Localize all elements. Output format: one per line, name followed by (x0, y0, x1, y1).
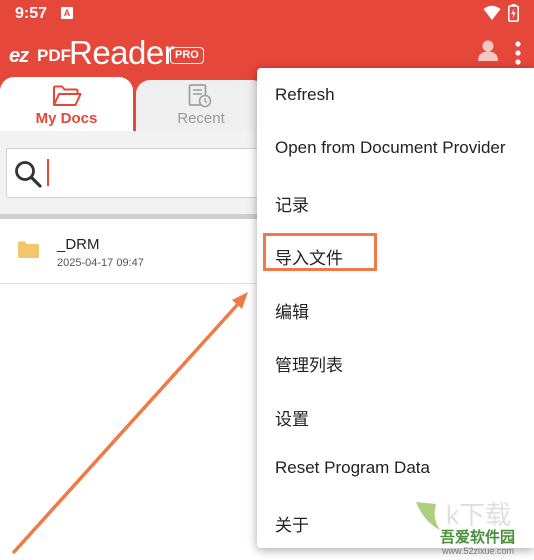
menu-item-label: Open from Document Provider (275, 138, 506, 157)
menu-item-label: 管理列表 (275, 356, 343, 375)
logo-reader: Reader (69, 34, 175, 71)
file-name: _DRM (57, 236, 100, 253)
menu-item-label: Reset Program Data (275, 458, 430, 477)
pro-badge: PRO (170, 47, 204, 64)
watermark-text: 吾爱软件园 (440, 529, 516, 546)
account-icon[interactable] (478, 40, 498, 61)
menu-item-open-from-document-provider[interactable]: Open from Document Provider (257, 122, 534, 175)
more-options-icon[interactable] (514, 41, 522, 65)
menu-item-edit[interactable]: 编辑 (257, 282, 534, 335)
menu-item-settings[interactable]: 设置 (257, 389, 534, 442)
menu-item-label: 编辑 (275, 303, 309, 322)
menu-item-label: 设置 (275, 410, 309, 429)
watermark-url: www.52zixue.com (442, 546, 515, 556)
battery-icon (508, 4, 519, 22)
tab-label: My Docs (35, 110, 98, 127)
tab-label: Recent (177, 110, 225, 127)
tab-recent[interactable]: Recent (136, 80, 266, 131)
menu-item-label: Refresh (275, 85, 335, 104)
menu-item-refresh[interactable]: Refresh (257, 69, 534, 122)
file-date: 2025-04-17 09:47 (57, 257, 144, 269)
search-icon (15, 161, 42, 188)
watermark: k下载 吾爱软件园 www.52zixue.com (412, 500, 534, 560)
menu-item-reset-program-data[interactable]: Reset Program Data (257, 442, 534, 495)
menu-item-history[interactable]: 记录 (257, 175, 534, 228)
recent-doc-icon (188, 84, 212, 108)
highlight-box (263, 233, 377, 271)
folder-open-icon (53, 85, 82, 106)
menu-item-manage-list[interactable]: 管理列表 (257, 335, 534, 388)
overflow-menu: Refresh Open from Document Provider 记录 导… (257, 68, 534, 548)
menu-item-label: 关于 (275, 516, 309, 535)
logo-ez: ez (9, 45, 29, 67)
text-cursor (47, 159, 49, 186)
folder-icon (18, 241, 39, 258)
status-bar: 9:57 A (0, 0, 534, 28)
tab-my-docs[interactable]: My Docs (0, 77, 133, 132)
logo-pdf: PDF (37, 46, 71, 65)
notification-a-icon: A (61, 7, 73, 19)
search-input[interactable] (6, 148, 288, 198)
menu-item-label: 记录 (275, 196, 309, 215)
wifi-icon (483, 5, 501, 20)
status-time: 9:57 (15, 5, 48, 22)
